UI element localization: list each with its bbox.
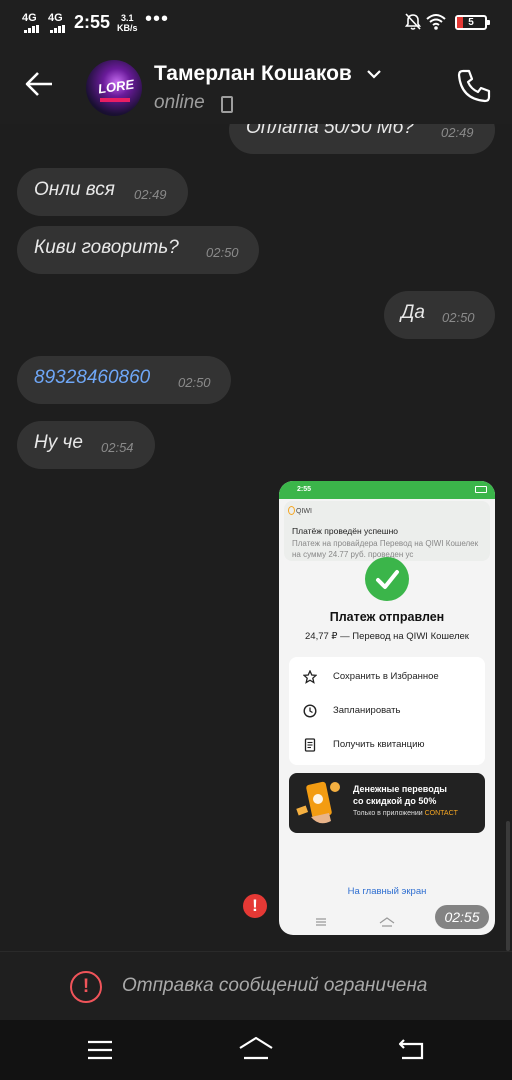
phone-number-link[interactable]: 89328460860 bbox=[34, 367, 150, 389]
message-bubble-incoming[interactable]: 89328460860 02:50 bbox=[17, 356, 231, 404]
menu-icon[interactable] bbox=[80, 1034, 120, 1066]
embedded-home-icon bbox=[379, 917, 395, 927]
notification-title: Платёж проведён успешно bbox=[292, 526, 399, 536]
qiwi-logo-icon bbox=[288, 506, 295, 515]
promo-line-3: Только в приложении CONTACT bbox=[353, 810, 458, 817]
warning-icon: ! bbox=[70, 971, 102, 1003]
message-time: 02:50 bbox=[178, 375, 211, 390]
back-arrow-icon[interactable] bbox=[20, 64, 60, 104]
network-speed-value: 3.1 bbox=[121, 13, 134, 23]
network-speed-unit: KB/s bbox=[117, 23, 138, 33]
message-time: 02:49 bbox=[441, 125, 474, 140]
signal-label-2: 4G bbox=[48, 12, 63, 24]
phone-icon[interactable] bbox=[454, 66, 494, 106]
battery-level: 5 bbox=[468, 17, 474, 28]
message-list[interactable]: Оплата 50/50 Мб? 02:49 Онли вся 02:49 Ки… bbox=[0, 124, 512, 951]
message-time: 02:50 bbox=[206, 245, 239, 260]
message-time: 02:50 bbox=[442, 310, 475, 325]
embedded-status-bar: 2:55 bbox=[279, 481, 495, 499]
message-time: 02:49 bbox=[134, 187, 167, 202]
embedded-menu-icon bbox=[316, 918, 326, 926]
message-bubble-outgoing[interactable]: Да 02:50 bbox=[384, 291, 495, 339]
message-text: Ну че bbox=[34, 432, 83, 453]
avatar-logo-text: LORE bbox=[97, 76, 135, 97]
star-icon bbox=[303, 670, 317, 684]
battery-icon: 5 bbox=[455, 15, 490, 30]
embedded-battery-icon bbox=[475, 486, 487, 493]
message-bubble-outgoing[interactable]: Оплата 50/50 Мб? 02:49 bbox=[229, 124, 495, 154]
system-nav-bar bbox=[0, 1020, 512, 1080]
promo-line-1: Денежные переводы bbox=[353, 784, 447, 794]
message-text: Киви говорить? bbox=[34, 237, 179, 258]
promo-contact-brand: CONTACT bbox=[424, 810, 458, 817]
embedded-status-time: 2:55 bbox=[297, 486, 312, 493]
home-screen-link: На главный экран bbox=[347, 886, 427, 897]
send-error-icon[interactable]: ! bbox=[243, 894, 267, 918]
promo-phone-hand-icon bbox=[296, 781, 340, 824]
signal-bars-icon bbox=[24, 25, 39, 33]
payment-title: Платеж отправлен bbox=[329, 610, 445, 624]
signal-bars-icon-2 bbox=[50, 25, 65, 33]
image-message-time: 02:55 bbox=[435, 905, 489, 929]
home-icon[interactable] bbox=[236, 1034, 276, 1066]
action-label: Сохранить в Избранное bbox=[333, 671, 439, 682]
status-time: 2:55 bbox=[74, 12, 111, 32]
promo-banner: Денежные переводы со скидкой до 50% Толь… bbox=[289, 773, 485, 833]
payment-actions: Сохранить в Избранное Запланировать Полу… bbox=[289, 657, 485, 765]
more-notifications-icon: ••• bbox=[145, 8, 170, 30]
embedded-notification: QIWI Платёж проведён успешно Платеж на п… bbox=[284, 501, 490, 561]
contact-status: online bbox=[154, 92, 205, 113]
message-text: Онли вся bbox=[34, 179, 115, 200]
action-receipt: Получить квитанцию bbox=[289, 729, 485, 761]
action-label: Получить квитанцию bbox=[333, 739, 425, 750]
scrollbar[interactable] bbox=[506, 821, 510, 951]
clock-icon bbox=[303, 704, 317, 718]
network-speed: 3.1 KB/s bbox=[117, 13, 138, 33]
promo-line-2: со скидкой до 50% bbox=[353, 796, 437, 806]
message-text: Оплата 50/50 Мб? bbox=[246, 124, 414, 138]
avatar[interactable]: LORE bbox=[86, 60, 142, 116]
contact-name[interactable]: Тамерлан Кошаков bbox=[154, 62, 352, 86]
success-check-icon bbox=[365, 557, 409, 601]
action-save-favorite: Сохранить в Избранное bbox=[289, 661, 485, 693]
back-icon[interactable] bbox=[392, 1034, 432, 1066]
chevron-down-icon[interactable] bbox=[366, 68, 382, 80]
restriction-text: Отправка сообщений ограничена bbox=[122, 975, 428, 996]
mute-icon bbox=[405, 13, 421, 30]
avatar-logo-bar bbox=[100, 98, 130, 102]
receipt-icon bbox=[304, 738, 316, 752]
message-bubble-incoming[interactable]: Киви говорить? 02:50 bbox=[17, 226, 259, 274]
status-bar: 4G 4G 2:55 3.1 KB/s ••• 5 bbox=[0, 0, 512, 44]
promo-line-3-prefix: Только в приложении bbox=[353, 810, 425, 817]
notification-app: QIWI bbox=[296, 508, 312, 515]
chat-header: LORE Тамерлан Кошаков online bbox=[0, 44, 512, 124]
wifi-icon bbox=[426, 14, 446, 30]
message-text: Да bbox=[401, 302, 425, 323]
payment-subtitle: 24,77 ₽ — Перевод на QIWI Кошелек bbox=[305, 631, 469, 642]
message-bubble-incoming[interactable]: Ну че 02:54 bbox=[17, 421, 155, 469]
action-schedule: Запланировать bbox=[289, 695, 485, 727]
message-bubble-incoming[interactable]: Онли вся 02:49 bbox=[17, 168, 188, 216]
message-time: 02:54 bbox=[101, 440, 134, 455]
image-message[interactable]: 2:55 QIWI Платёж проведён успешно Платеж… bbox=[279, 481, 495, 935]
action-label: Запланировать bbox=[333, 705, 401, 716]
composer-restricted: ! Отправка сообщений ограничена bbox=[0, 951, 512, 1020]
signal-label-1: 4G bbox=[22, 12, 37, 24]
device-icon bbox=[221, 96, 233, 113]
